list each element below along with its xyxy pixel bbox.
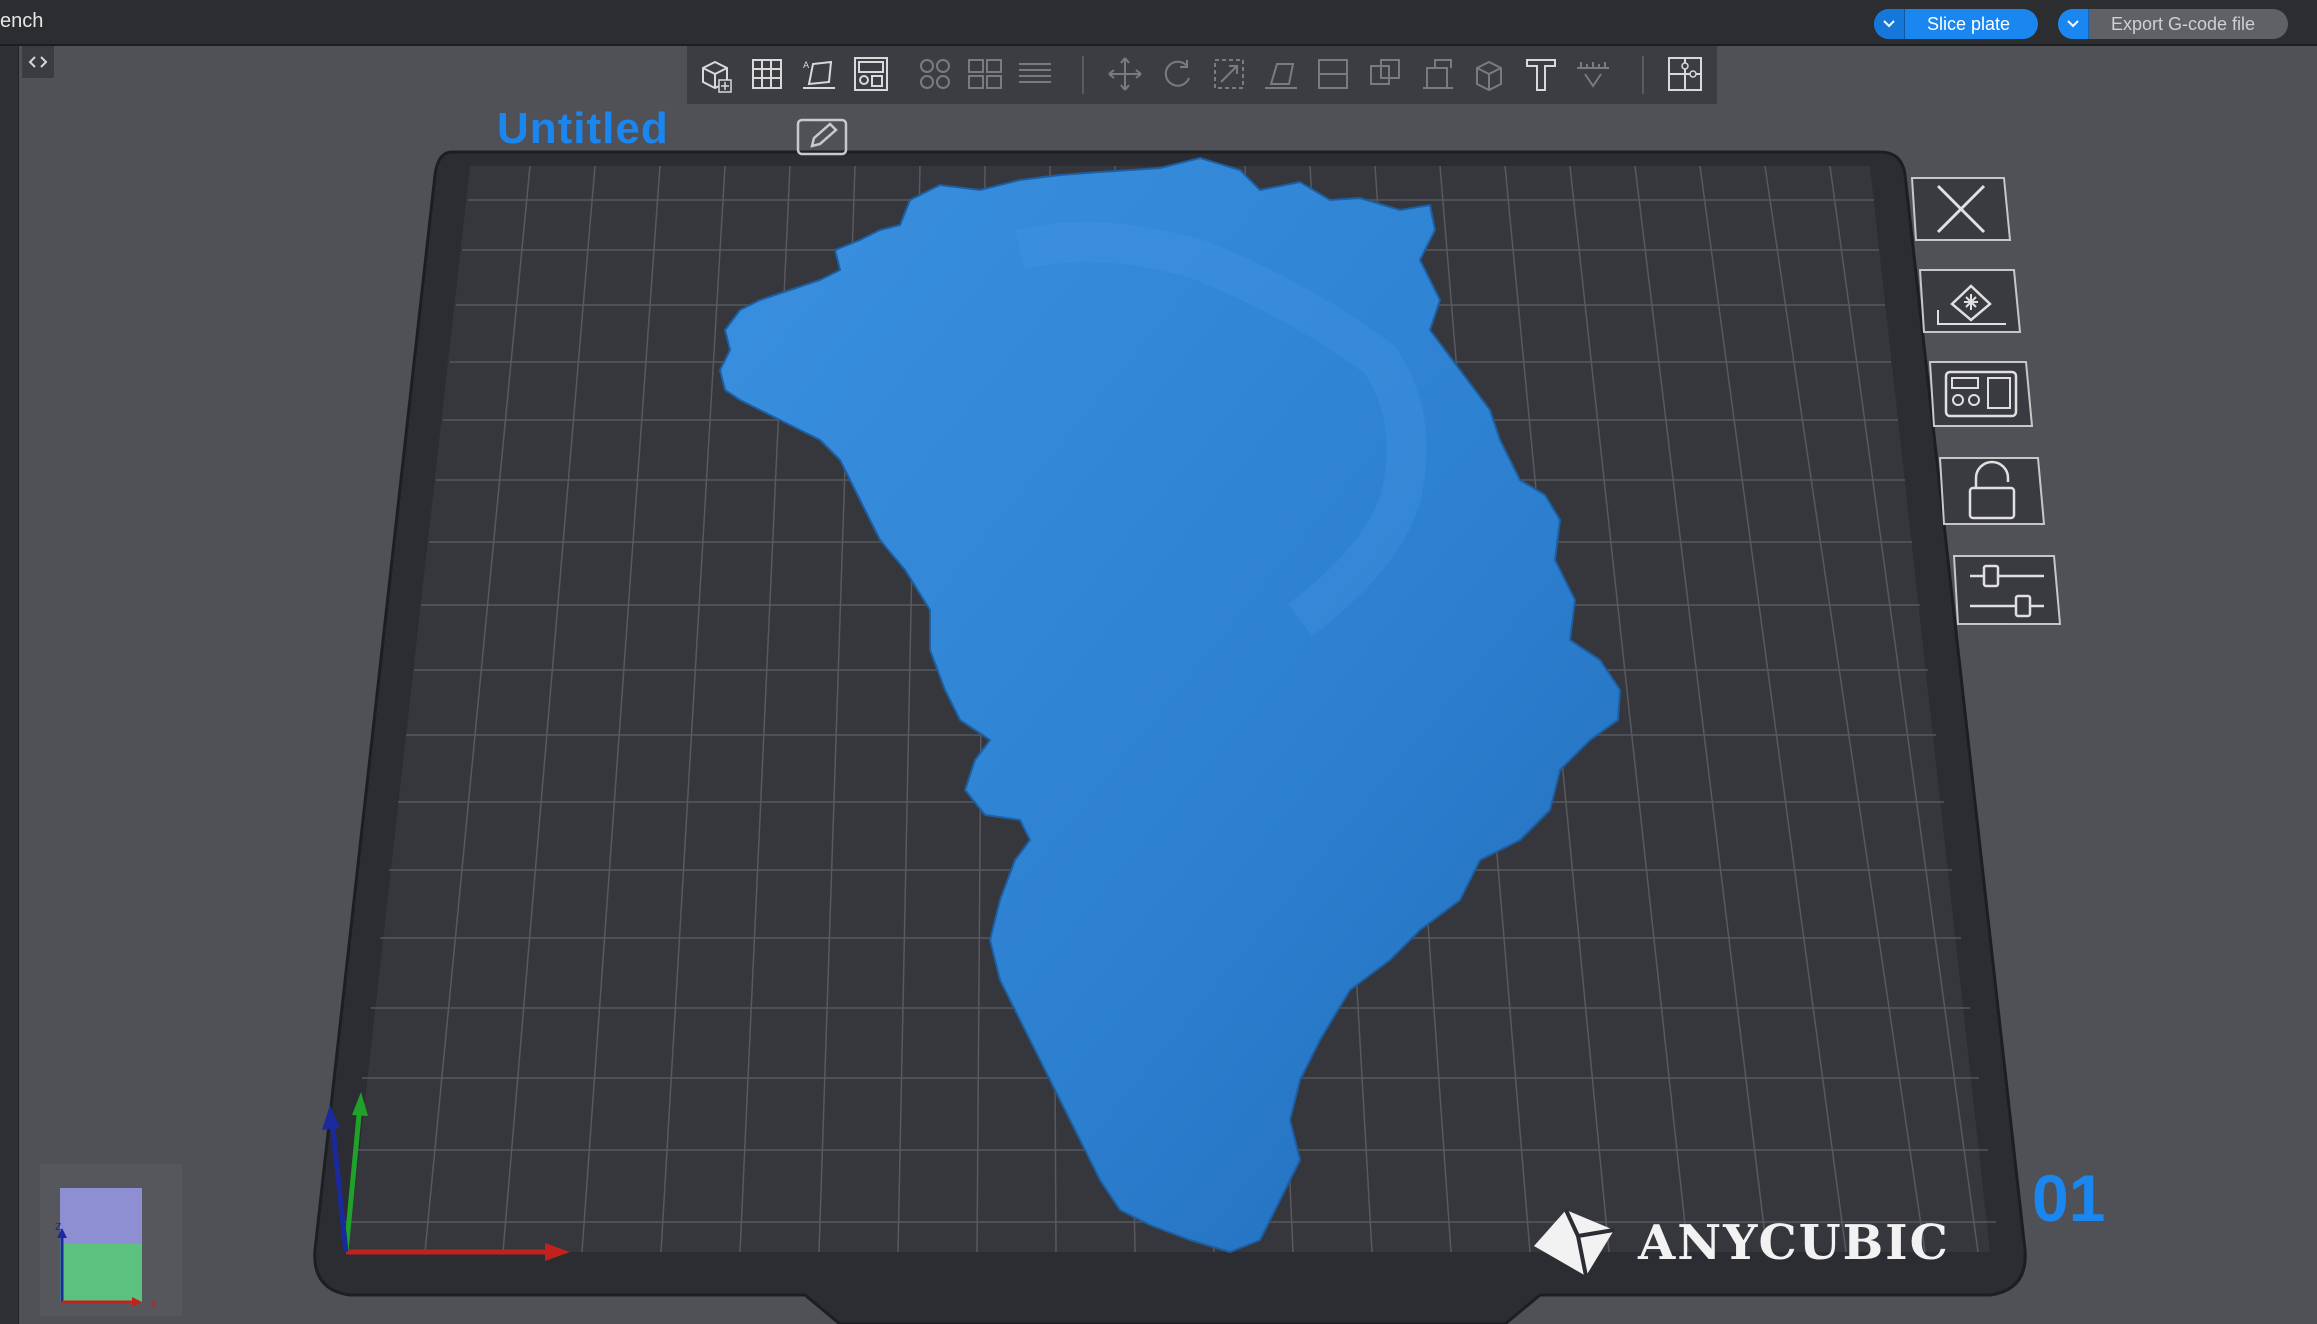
collapsed-sidebar[interactable]	[0, 46, 19, 1324]
layers-icon[interactable]	[1015, 54, 1055, 94]
brand-name: ANYCUBIC	[1638, 1215, 1950, 1271]
export-gcode-button[interactable]: Export G-code file	[2058, 9, 2288, 39]
window-title: ench	[0, 10, 44, 32]
close-icon[interactable]	[1908, 174, 2014, 244]
rotate-icon[interactable]	[1157, 54, 1197, 94]
boolean-icon[interactable]	[1365, 54, 1405, 94]
anycubic-cube-icon	[1534, 1209, 1615, 1277]
arrange-icon[interactable]	[851, 54, 891, 94]
edit-title-icon[interactable]	[796, 116, 850, 158]
grid-plate-icon[interactable]	[747, 54, 787, 94]
seam-icon[interactable]	[1469, 54, 1509, 94]
plate-settings-icon[interactable]	[1950, 552, 2064, 628]
chevron-down-icon[interactable]	[2058, 9, 2089, 39]
slice-plate-button[interactable]: Slice plate	[1874, 9, 2038, 39]
text-icon[interactable]	[1521, 54, 1561, 94]
svg-text:z: z	[55, 1219, 61, 1233]
brand-logo: ANYCUBIC	[1530, 1206, 1950, 1280]
orient-plate-icon[interactable]	[1916, 266, 2026, 336]
plate-number: 01	[2032, 1161, 2106, 1235]
top-bar: ench Slice plate Export G-code file	[0, 0, 2317, 46]
auto-orient-icon[interactable]: A	[799, 54, 839, 94]
expand-sidebar-button[interactable]	[22, 46, 54, 78]
lock-icon[interactable]	[1936, 454, 2048, 528]
split-icon[interactable]	[965, 54, 1005, 94]
chevron-down-icon[interactable]	[1874, 9, 1905, 39]
project-title: Untitled	[497, 104, 669, 153]
supports-icon[interactable]	[1417, 54, 1457, 94]
move-icon[interactable]	[1105, 54, 1145, 94]
export-gcode-label: Export G-code file	[2111, 13, 2256, 34]
instances-icon[interactable]	[915, 54, 955, 94]
main-toolbar: A	[687, 46, 1717, 104]
svg-text:x: x	[150, 1297, 157, 1311]
slice-plate-label: Slice plate	[1927, 13, 2011, 34]
cut-icon[interactable]	[1313, 54, 1353, 94]
arrange-plate-icon[interactable]	[1926, 358, 2036, 430]
expand-collapse-icon	[28, 56, 48, 68]
lay-on-face-icon[interactable]	[1261, 54, 1301, 94]
assembly-icon[interactable]	[1665, 54, 1705, 94]
view-cube[interactable]: z x	[40, 1164, 182, 1316]
svg-text:A: A	[803, 61, 810, 71]
add-object-icon[interactable]	[695, 54, 735, 94]
measure-icon[interactable]	[1573, 54, 1613, 94]
scale-icon[interactable]	[1209, 54, 1249, 94]
